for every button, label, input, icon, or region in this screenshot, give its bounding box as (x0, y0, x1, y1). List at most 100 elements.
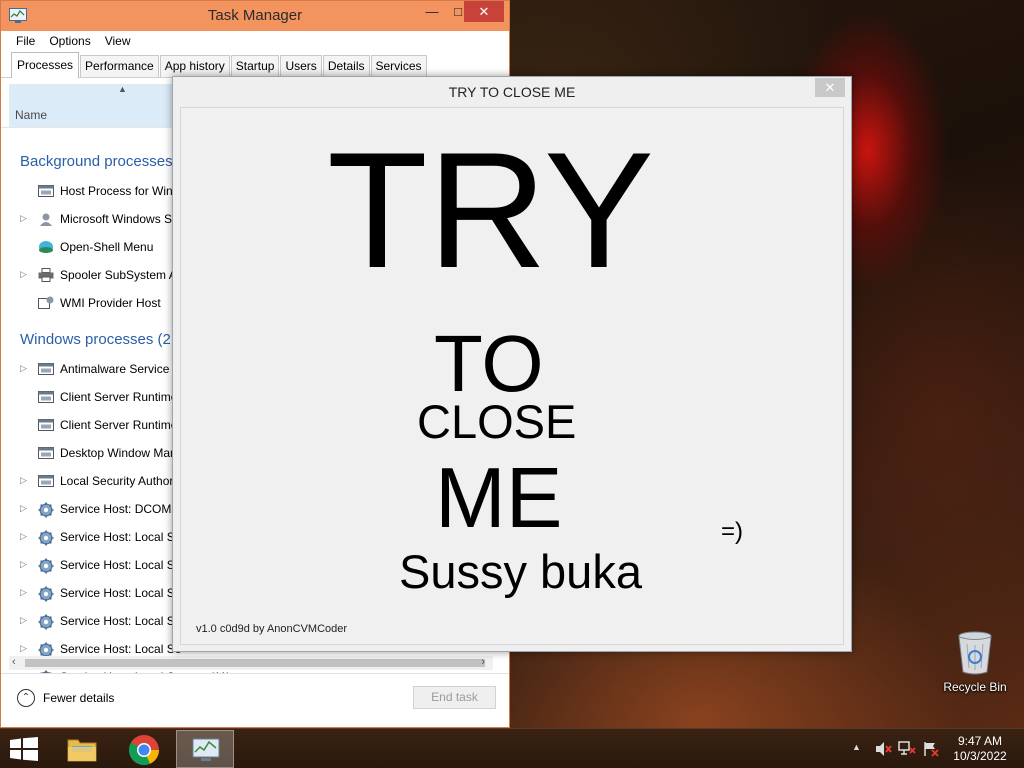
process-label: Service Host: DCOM S (60, 502, 183, 516)
end-task-button[interactable]: End task (413, 686, 496, 709)
tab-services[interactable]: Services (370, 55, 427, 77)
process-label: Host Process for Wind (60, 184, 180, 198)
process-row[interactable]: ▷ Service Host: Local Se (1, 607, 181, 635)
start-button-icon[interactable] (10, 737, 38, 761)
process-row[interactable]: ▷ Service Host: Local Se (1, 523, 181, 551)
menu-options[interactable]: Options (42, 31, 97, 52)
expand-arrow-icon[interactable]: ▷ (20, 615, 27, 626)
text-close: CLOSE (417, 395, 577, 448)
menu-view[interactable]: View (98, 31, 138, 52)
system-clock[interactable]: 9:47 AM 10/3/2022 (945, 734, 1015, 764)
clock-time: 9:47 AM (957, 734, 1003, 748)
process-row[interactable]: ▷ Microsoft Windows S (1, 205, 173, 233)
dialog-content: TRY TO CLOSE ME =) Sussy buka v1.0 c0d9d… (180, 107, 844, 645)
window-icon (38, 184, 54, 198)
process-row[interactable]: Desktop Window Mar (1, 439, 174, 467)
group-title-background: Background processes (20, 153, 173, 170)
task-manager-taskbar-icon (192, 738, 220, 761)
task-manager-titlebar[interactable]: Task Manager — □ ✕ (1, 1, 509, 31)
wmi-icon (38, 296, 54, 310)
menu-file[interactable]: File (9, 31, 42, 52)
sort-ascending-icon: ▲ (118, 84, 127, 94)
minimize-button[interactable]: — (419, 1, 445, 22)
process-label: Service Host: Local Se (60, 614, 182, 628)
process-row[interactable]: ▷ Spooler SubSystem A (1, 261, 177, 289)
window-icon (38, 474, 54, 488)
version-label: v1.0 c0d9d by AnonCVMCoder (196, 623, 348, 635)
menu-bar: File Options View (1, 31, 509, 52)
expand-arrow-icon[interactable]: ▷ (20, 503, 27, 514)
recycle-bin[interactable]: Recycle Bin (938, 630, 1012, 700)
process-row[interactable]: ▷ Local Security Author (1, 467, 173, 495)
taskbar-chrome[interactable] (114, 730, 172, 768)
process-label: Service Host: Local Se (60, 530, 182, 544)
action-center-flag-icon[interactable] (922, 741, 940, 757)
close-button[interactable]: ✕ (464, 1, 504, 22)
expand-arrow-icon[interactable]: ▷ (20, 531, 27, 542)
show-hidden-icons-icon[interactable]: ▲ (852, 742, 861, 768)
process-row[interactable]: ▷ Antimalware Service E (1, 355, 181, 383)
dialog-titlebar[interactable]: TRY TO CLOSE ME ✕ (173, 77, 851, 107)
expand-arrow-icon[interactable]: ▷ (20, 269, 27, 280)
taskbar-task-manager[interactable] (176, 730, 234, 768)
tab-processes[interactable]: Processes (11, 52, 80, 78)
tab-performance[interactable]: Performance (80, 55, 159, 77)
window-icon (38, 390, 54, 404)
gear-icon (38, 530, 54, 546)
volume-muted-icon[interactable] (874, 741, 892, 757)
shell-icon (38, 240, 54, 254)
expand-arrow-icon[interactable]: ▷ (20, 475, 27, 486)
process-row[interactable]: WMI Provider Host (1, 289, 173, 317)
column-name[interactable]: Name (15, 108, 47, 122)
text-to: TO (434, 319, 544, 408)
user-icon (38, 212, 54, 226)
scroll-left-icon[interactable]: ‹ (12, 656, 16, 668)
chevron-up-icon: ⌃ (17, 689, 35, 707)
process-label: Service Host: Local Se (60, 642, 182, 656)
process-row[interactable]: Client Server Runtime (1, 383, 177, 411)
process-label: Microsoft Windows S (60, 212, 173, 226)
recycle-bin-icon (958, 631, 992, 675)
process-row[interactable]: Host Process for Wind (1, 177, 179, 205)
text-smile: =) (721, 518, 744, 545)
tab-users[interactable]: Users (280, 55, 322, 77)
text-try: TRY (327, 118, 655, 302)
process-row[interactable]: Client Server Runtime (1, 411, 177, 439)
scroll-right-icon[interactable]: › (481, 656, 485, 668)
tab-startup[interactable]: Startup (230, 55, 280, 77)
recycle-bin-label: Recycle Bin (943, 680, 1007, 694)
task-manager-footer: ⌃ Fewer details End task (1, 673, 509, 723)
expand-arrow-icon[interactable]: ▷ (20, 587, 27, 598)
taskbar-file-explorer[interactable] (52, 730, 110, 768)
gear-icon (38, 586, 54, 602)
scrollbar-thumb[interactable] (25, 659, 485, 667)
process-row[interactable]: Open-Shell Menu (1, 233, 173, 261)
expand-arrow-icon[interactable]: ▷ (20, 363, 27, 374)
clock-date: 10/3/2022 (953, 749, 1007, 763)
expand-arrow-icon[interactable]: ▷ (20, 559, 27, 570)
process-label: WMI Provider Host (60, 296, 161, 310)
dialog-close-button[interactable]: ✕ (815, 78, 845, 97)
gear-icon (38, 558, 54, 574)
process-label: Client Server Runtime (60, 418, 178, 432)
tab-details[interactable]: Details (322, 55, 370, 77)
text-sussy-buka: Sussy buka (399, 545, 642, 598)
folder-icon (67, 739, 97, 762)
process-label: Antimalware Service E (60, 362, 181, 376)
process-row[interactable]: ▷ Service Host: DCOM S (1, 495, 183, 523)
chrome-icon (128, 735, 159, 766)
tab-strip: Processes Performance App history Startu… (1, 52, 509, 78)
expand-arrow-icon[interactable]: ▷ (20, 643, 27, 654)
expand-arrow-icon[interactable]: ▷ (20, 213, 27, 224)
process-row[interactable]: ▷ Service Host: Local Se (1, 579, 181, 607)
window-icon (38, 362, 54, 376)
tab-app-history[interactable]: App history (159, 55, 230, 77)
gear-icon (38, 642, 54, 658)
network-icon[interactable] (898, 741, 916, 757)
horizontal-scrollbar[interactable]: ‹ › (9, 656, 493, 670)
process-label: Local Security Author (60, 474, 174, 488)
gear-icon (38, 614, 54, 630)
prank-dialog-window: TRY TO CLOSE ME ✕ TRY TO CLOSE ME =) Sus… (172, 76, 852, 652)
process-row[interactable]: ▷ Service Host: Local Se (1, 551, 181, 579)
process-label: Open-Shell Menu (60, 240, 154, 254)
